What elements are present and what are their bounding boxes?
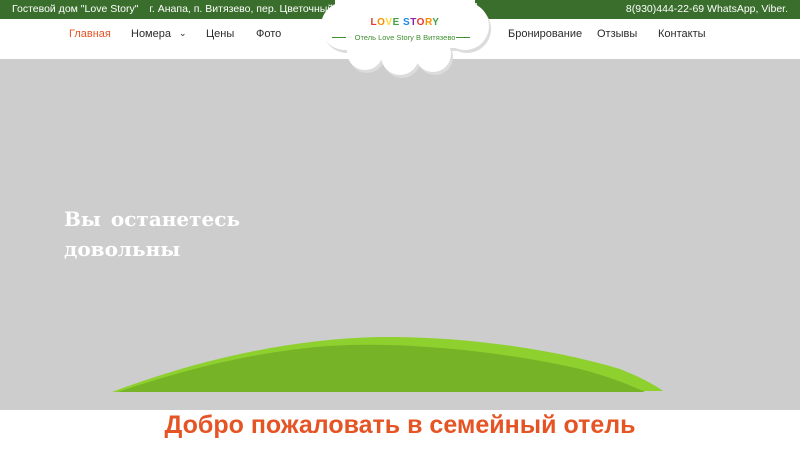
logo-divider-right xyxy=(456,37,470,38)
welcome-section: Добро пожаловать в семейный отель xyxy=(0,410,800,450)
logo-letter: S xyxy=(399,17,411,28)
hero-slogan-line-2: довольны xyxy=(64,237,181,261)
logo-letter: Y xyxy=(432,17,440,28)
logo-letter: V xyxy=(385,17,393,28)
logo-brand-text: LOVE STORY xyxy=(305,17,505,28)
nav-item-contacts[interactable]: Контакты xyxy=(658,28,706,40)
contact-phone[interactable]: 8(930)444-22-69 WhatsApp, Viber. xyxy=(626,3,788,15)
nav-item-reviews[interactable]: Отзывы xyxy=(597,28,637,40)
nav-item-photo[interactable]: Фото xyxy=(256,28,281,40)
chevron-down-icon: ⌄ xyxy=(178,28,187,38)
nav-item-booking[interactable]: Бронирование xyxy=(508,28,582,40)
nav-item-home[interactable]: Главная xyxy=(69,28,111,40)
guesthouse-name: Гостевой дом "Love Story" xyxy=(12,3,139,15)
nav-item-rooms[interactable]: Номера ⌄ xyxy=(131,28,187,40)
nav-item-prices[interactable]: Цены xyxy=(206,28,234,40)
logo-letter: E xyxy=(392,17,400,28)
site-logo[interactable]: LOVE STORY Отель Love Story В Витязево xyxy=(305,0,505,82)
logo-letter: O xyxy=(416,17,425,28)
hero-slogan: Вы останетесь довольны xyxy=(64,204,324,264)
welcome-title: Добро пожаловать в семейный отель xyxy=(164,411,636,439)
hero-banner: Вы останетесь довольны xyxy=(0,59,800,410)
logo-subtitle: Отель Love Story В Витязево xyxy=(354,33,456,42)
nav-item-rooms-label: Номера xyxy=(131,28,171,40)
hero-slogan-line-1: Вы останетесь xyxy=(64,207,241,231)
top-bar-left: Гостевой дом "Love Story" г. Анапа, п. В… xyxy=(12,3,345,15)
